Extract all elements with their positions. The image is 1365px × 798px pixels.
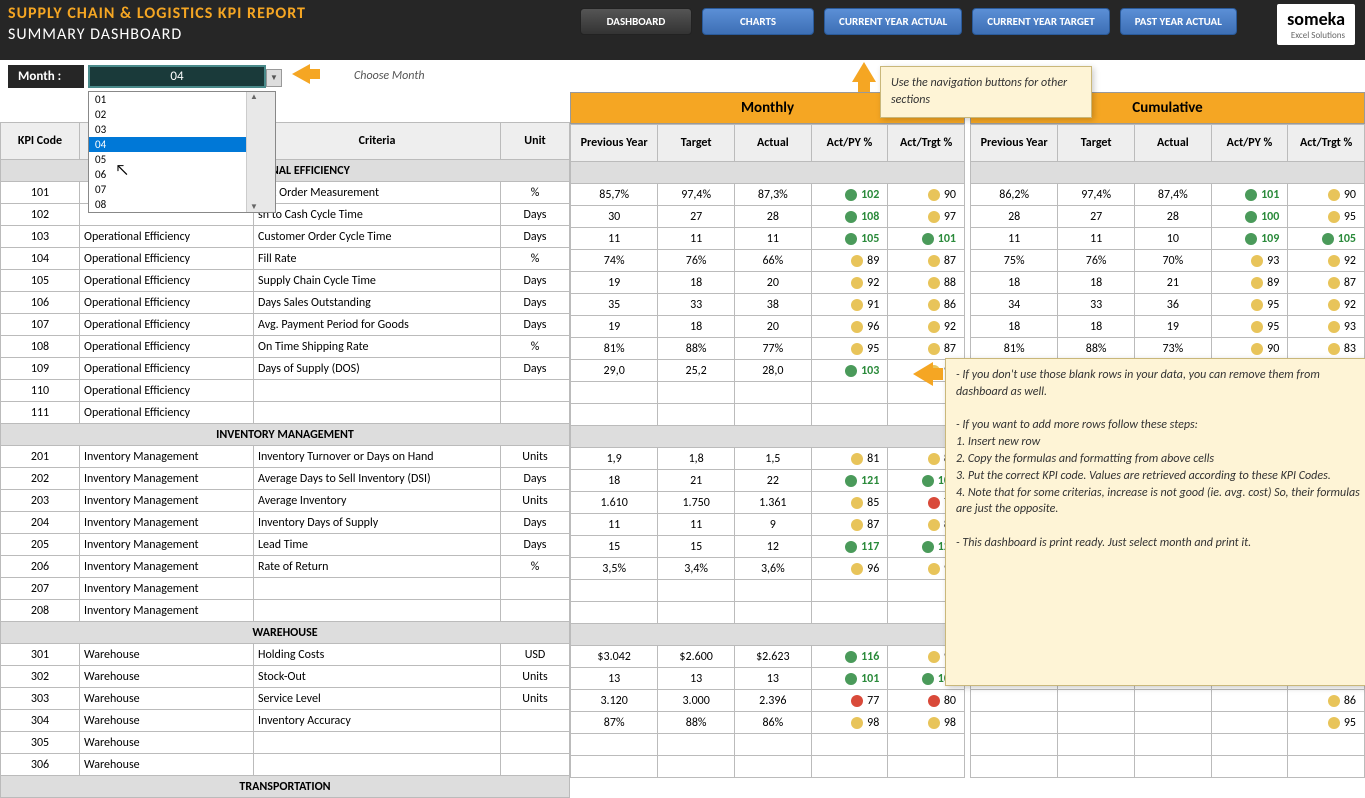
table-row: 111Operational Efficiency [1, 402, 570, 424]
table-row: 109Operational EfficiencyDays of Supply … [1, 358, 570, 380]
table-row: $3.042$2.600$2.62311699 [571, 646, 965, 668]
table-row: 208Inventory Management [1, 600, 570, 622]
table-row: 203Inventory ManagementAverage Inventory… [1, 490, 570, 512]
table-row: 111111105101 [571, 228, 965, 250]
rows-callout: - If you don't use those blank rows in y… [945, 358, 1365, 686]
past-year-actual-button[interactable]: PAST YEAR ACTUAL [1120, 8, 1237, 35]
table-row: 81%88%73%9083 [971, 338, 1365, 360]
header: SUPPLY CHAIN & LOGISTICS KPI REPORT SUMM… [0, 0, 1365, 60]
table-row: 106Operational EfficiencyDays Sales Outs… [1, 292, 570, 314]
table-row: 1818199593 [971, 316, 1365, 338]
table-row: 86 [971, 690, 1365, 712]
table-row: 29,025,228,010390 [571, 360, 965, 382]
table-row: 302WarehouseStock-OutUnits [1, 666, 570, 688]
table-row: 87%88%86%9898 [571, 712, 965, 734]
dropdown-scrollbar[interactable] [246, 92, 275, 212]
table-row: 3.1203.0002.3967780 [571, 690, 965, 712]
current-year-target-button[interactable]: CURRENT YEAR TARGET [972, 8, 1109, 35]
kpi-table: KPI Code Criteria Unit OPERATIONAL EFFIC… [0, 92, 570, 798]
monthly-table: Previous Year Target Actual Act/PY % Act… [570, 124, 965, 778]
table-row: 102sh to Cash Cycle TimeDays [1, 204, 570, 226]
table-row: 131313101103 [571, 668, 965, 690]
table-row: 81%88%77%9587 [571, 338, 965, 360]
table-row: 304WarehouseInventory Accuracy [1, 710, 570, 732]
table-row: 108Operational EfficiencyOn Time Shippin… [1, 336, 570, 358]
table-row: 1818218987 [971, 272, 1365, 294]
table-row: 305Warehouse [1, 732, 570, 754]
month-row: Month : 04 01 02 03 04 05 06 07 08 Choos… [0, 60, 1365, 92]
month-select[interactable]: 04 01 02 03 04 05 06 07 08 [88, 65, 266, 88]
table-row: 107Operational EfficiencyAvg. Payment Pe… [1, 314, 570, 336]
logo: someka Excel Solutions [1277, 4, 1355, 45]
table-row: 1,91,81,58183 [571, 448, 965, 470]
charts-button[interactable]: CHARTS [702, 8, 814, 35]
table-row [571, 734, 965, 756]
table-row: 202Inventory ManagementAverage Days to S… [1, 468, 570, 490]
table-row: 85,7%97,4%87,3%10290 [571, 184, 965, 206]
table-row: 3,5%3,4%3,6%9694 [571, 558, 965, 580]
table-row: 95 [971, 712, 1365, 734]
kpi-columns: KPI Code Criteria Unit OPERATIONAL EFFIC… [0, 92, 570, 798]
table-row: 303WarehouseService LevelUnits [1, 688, 570, 710]
table-row: 206Inventory ManagementRate of Return% [1, 556, 570, 578]
table-row: 111110109105 [971, 228, 1365, 250]
monthly-section: Monthly Previous Year Target Actual Act/… [570, 92, 965, 798]
table-row: 207Inventory Management [1, 578, 570, 600]
col-criteria: Criteria [254, 123, 501, 160]
table-row [571, 404, 965, 426]
table-row: 75%76%70%9392 [971, 250, 1365, 272]
table-row [571, 756, 965, 778]
cursor-icon: ↖ [115, 161, 129, 180]
choose-month-hint: Choose Month [354, 69, 425, 83]
table-row: 205Inventory ManagementLead TimeDays [1, 534, 570, 556]
table-row: 104Operational EfficiencyFill Rate% [1, 248, 570, 270]
table-row [971, 756, 1365, 778]
col-unit: Unit [501, 123, 570, 160]
table-row [571, 580, 965, 602]
nav-buttons: DASHBOARD CHARTS CURRENT YEAR ACTUAL CUR… [580, 8, 1237, 35]
month-label: Month : [8, 65, 84, 88]
current-year-actual-button[interactable]: CURRENT YEAR ACTUAL [824, 8, 962, 35]
table-row [571, 382, 965, 404]
table-row: 28272810095 [971, 206, 1365, 228]
table-row: 30272810897 [571, 206, 965, 228]
table-row: 111198785 [571, 514, 965, 536]
arrow-icon [292, 64, 310, 88]
table-row: 74%76%66%8987 [571, 250, 965, 272]
month-dropdown[interactable]: 01 02 03 04 05 06 07 08 [88, 91, 276, 213]
table-row: 1918209692 [571, 316, 965, 338]
table-row [571, 602, 965, 624]
table-row: 201Inventory ManagementInventory Turnove… [1, 446, 570, 468]
callout-pointer-icon [913, 362, 933, 386]
table-row: 101fect Order Measurement% [1, 182, 570, 204]
dashboard-button[interactable]: DASHBOARD [580, 8, 692, 35]
table-row: 182122121103 [571, 470, 965, 492]
table-row: 105Operational EfficiencySupply Chain Cy… [1, 270, 570, 292]
table-row: 86,2%97,4%87,4%10190 [971, 184, 1365, 206]
table-row [971, 734, 1365, 756]
table-row: 151512117121 [571, 536, 965, 558]
table-row: 1918209288 [571, 272, 965, 294]
col-kpi-code: KPI Code [1, 123, 80, 160]
table-row: 306Warehouse [1, 754, 570, 776]
table-row: 1.6101.7501.3618578 [571, 492, 965, 514]
table-row: 301WarehouseHolding CostsUSD [1, 644, 570, 666]
table-row: 110Operational Efficiency [1, 380, 570, 402]
table-row: 3433369592 [971, 294, 1365, 316]
table-row: 103Operational EfficiencyCustomer Order … [1, 226, 570, 248]
table-row: 204Inventory ManagementInventory Days of… [1, 512, 570, 534]
table-row: 3533389186 [571, 294, 965, 316]
